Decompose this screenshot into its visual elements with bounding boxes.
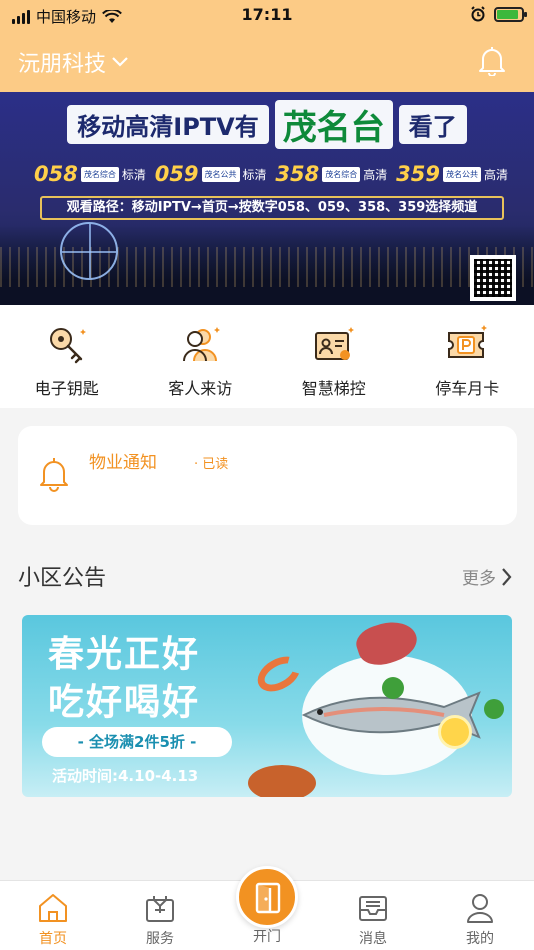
home-icon xyxy=(39,894,67,922)
service-icon xyxy=(146,896,174,922)
door-icon xyxy=(255,882,281,914)
announcements-title: 小区公告 xyxy=(18,566,107,591)
bell-icon xyxy=(40,458,68,492)
visitors-icon xyxy=(183,327,221,362)
notice-title: 物业通知 xyxy=(89,453,157,473)
tab-home[interactable]: 首页 xyxy=(13,891,93,948)
channel-item: 058 茂名综合 标清 xyxy=(34,162,146,186)
property-notice-card[interactable]: 物业通知 · 已读 xyxy=(18,426,517,525)
crab-image xyxy=(248,765,316,797)
action-parking-card[interactable]: 停车月卡 xyxy=(401,305,534,408)
promo-banner[interactable]: 春光正好 吃好喝好 - 全场满2件5折 - 活动时间:4.10-4.13 xyxy=(22,615,512,797)
company-switcher[interactable]: 沅朋科技 xyxy=(18,46,128,78)
tab-profile[interactable]: 我的 xyxy=(440,891,520,948)
banner-path-text: 观看路径：移动IPTV→首页→按数字058、059、358、359选择频道 xyxy=(40,196,504,220)
channel-item: 059 茂名公共 标清 xyxy=(154,162,267,186)
company-name: 沅朋科技 xyxy=(18,52,107,77)
ferris-wheel-image xyxy=(60,222,118,280)
iptv-banner[interactable]: 移动高清IPTV有 茂名台 看了 058 茂名综合 标清 059 茂名公共 标清 358… xyxy=(0,92,534,305)
action-electronic-key[interactable]: 电子钥匙 xyxy=(0,305,134,408)
key-icon xyxy=(49,328,86,364)
alarm-icon xyxy=(471,6,485,22)
message-icon xyxy=(359,896,387,921)
profile-icon xyxy=(467,894,493,923)
notice-read-status: · 已读 xyxy=(194,457,229,472)
open-door-label: 开门 xyxy=(253,929,281,945)
channel-list: 058 茂名综合 标清 059 茂名公共 标清 358 茂名综合 高清 359 茂名公共 高清 xyxy=(34,162,508,186)
channel-item: 358 茂名综合 高清 xyxy=(275,162,388,186)
more-link[interactable]: 更多 xyxy=(462,564,512,589)
action-visitors[interactable]: 客人来访 xyxy=(134,305,268,408)
status-bar: 中国移动 17:11 xyxy=(0,0,534,32)
tab-messages[interactable]: 消息 xyxy=(333,891,413,948)
promo-line-1: 春光正好 xyxy=(48,634,201,675)
clock: 17:11 xyxy=(241,5,293,24)
channel-item: 359 茂名公共 高清 xyxy=(396,162,508,186)
app-header: 沅朋科技 xyxy=(0,36,534,86)
action-smart-elevator[interactable]: 智慧梯控 xyxy=(267,305,401,408)
quick-actions: 电子钥匙 客人来访 智慧梯控 停车月卡 xyxy=(0,305,534,408)
promo-period: 活动时间:4.10-4.13 xyxy=(52,767,199,785)
tab-service[interactable]: 服务 xyxy=(120,891,200,948)
elevator-card-icon xyxy=(314,327,354,360)
lemon-image xyxy=(438,715,472,749)
chevron-right-icon xyxy=(502,567,512,586)
qr-code-image xyxy=(470,255,516,301)
battery-icon xyxy=(494,6,527,22)
parking-card-icon xyxy=(448,325,488,358)
open-door-button[interactable] xyxy=(236,866,298,928)
promo-offer: - 全场满2件5折 - xyxy=(42,727,232,757)
top-bar: 中国移动 17:11 沅朋科技 xyxy=(0,0,534,92)
bell-icon[interactable] xyxy=(478,46,506,76)
banner-headline: 移动高清IPTV有 茂名台 看了 xyxy=(0,100,534,149)
chevron-down-icon xyxy=(112,57,128,67)
promo-line-2: 吃好喝好 xyxy=(48,682,201,723)
